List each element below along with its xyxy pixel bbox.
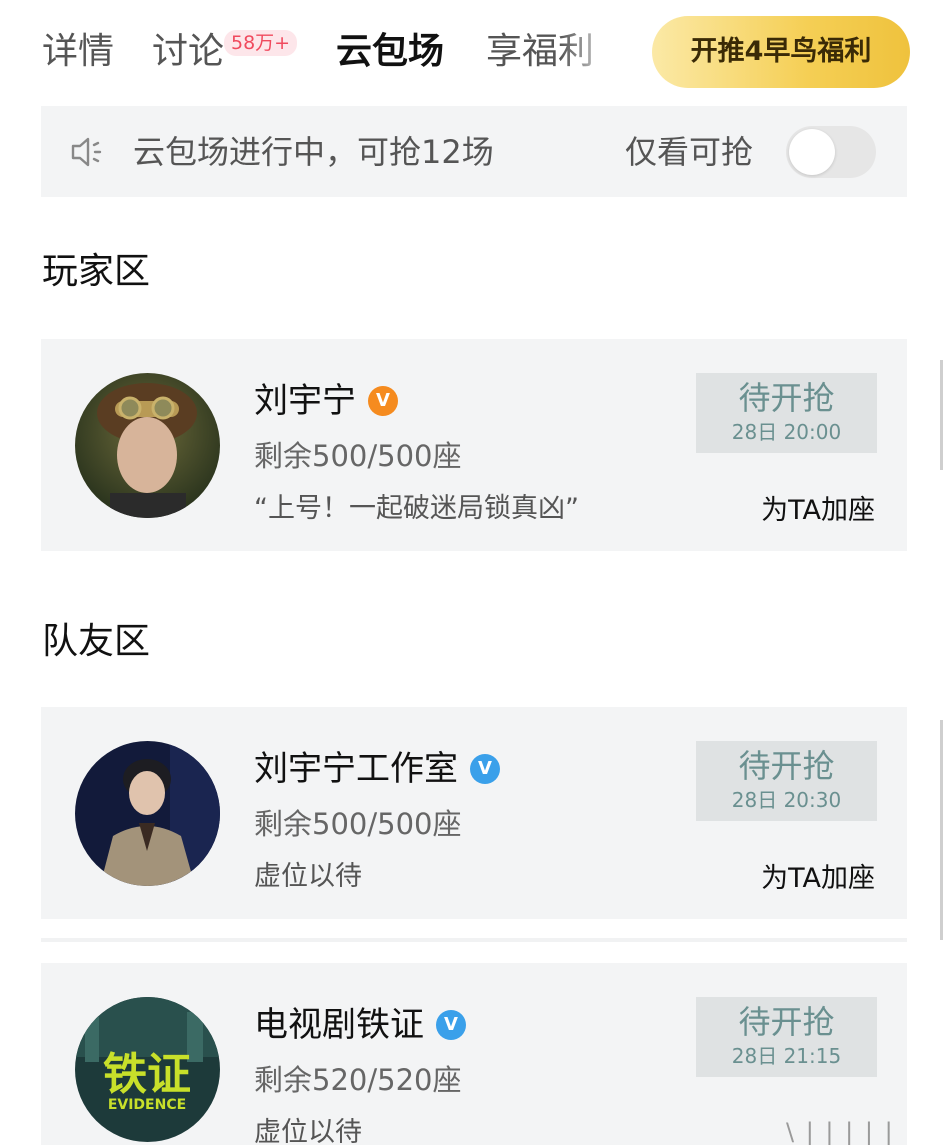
- top-tab-bar: 详情 讨论 58万+ 云包场 享福利 开推4早鸟福利: [0, 0, 944, 104]
- verified-orange-icon: V: [368, 386, 398, 416]
- tab-overflow-fade: [560, 22, 620, 82]
- add-seat-link[interactable]: 为TA加座: [761, 491, 875, 531]
- grab-pending-button[interactable]: 待开抢 28日 20:00: [696, 373, 877, 453]
- section-title-teammates: 队友区: [42, 621, 151, 662]
- remaining-seats: 剩余500/500座: [254, 807, 462, 841]
- card-slogan: “上号！一起破迷局锁真凶”: [254, 493, 579, 524]
- speaker-icon: [71, 137, 102, 167]
- screening-card[interactable]: 刘宇宁工作室 V 剩余500/500座 虚位以待 待开抢 28日 20:30 为…: [41, 707, 907, 919]
- section-title-players: 玩家区: [42, 251, 151, 292]
- watermark: \ | | | | |: [786, 1118, 895, 1145]
- grab-label: 待开抢: [738, 379, 835, 417]
- grab-pending-button[interactable]: 待开抢 28日 21:15: [696, 997, 877, 1077]
- verified-blue-icon: V: [436, 1010, 466, 1040]
- grab-pending-button[interactable]: 待开抢 28日 20:30: [696, 741, 877, 821]
- tab-details[interactable]: 详情: [42, 30, 114, 74]
- avatar: [75, 373, 220, 518]
- grab-time: 28日 20:30: [731, 788, 842, 812]
- early-bird-promo-button[interactable]: 开推4早鸟福利: [652, 16, 910, 88]
- card-name: 电视剧铁证: [254, 1005, 424, 1045]
- screening-card[interactable]: 刘宇宁 V 剩余500/500座 “上号！一起破迷局锁真凶” 待开抢 28日 2…: [41, 339, 907, 551]
- card-slogan: 虚位以待: [254, 861, 362, 892]
- grab-label: 待开抢: [738, 1003, 835, 1041]
- avatar: [75, 741, 220, 886]
- grab-time: 28日 21:15: [731, 1044, 842, 1068]
- divider: [41, 938, 907, 942]
- card-name: 刘宇宁工作室: [254, 749, 458, 789]
- screening-card[interactable]: 铁证 EVIDENCE 电视剧铁证 V 剩余520/520座 虚位以待 待开抢 …: [41, 963, 907, 1145]
- notice-bar: 云包场进行中，可抢12场 仅看可抢: [41, 106, 907, 197]
- notice-text: 云包场进行中，可抢12场: [133, 133, 494, 171]
- avatar-subtitle-text: EVIDENCE: [108, 1097, 186, 1113]
- tab-discussion[interactable]: 讨论: [152, 30, 224, 74]
- toggle-knob: [789, 129, 835, 175]
- tab-cloud-screening[interactable]: 云包场: [336, 30, 444, 74]
- discussion-count-badge: 58万+: [224, 30, 298, 56]
- only-available-label: 仅看可抢: [625, 133, 754, 171]
- verified-blue-icon: V: [470, 754, 500, 784]
- scrollbar-mark: [940, 720, 943, 940]
- remaining-seats: 剩余500/500座: [254, 439, 462, 473]
- avatar-title-text: 铁证: [103, 1049, 191, 1100]
- remaining-seats: 剩余520/520座: [254, 1063, 462, 1097]
- grab-label: 待开抢: [738, 747, 835, 785]
- grab-time: 28日 20:00: [731, 420, 842, 444]
- add-seat-link[interactable]: 为TA加座: [761, 859, 875, 899]
- only-available-toggle[interactable]: [786, 126, 876, 178]
- avatar: 铁证 EVIDENCE: [75, 997, 220, 1142]
- card-name: 刘宇宁: [254, 381, 356, 421]
- card-slogan: 虚位以待: [254, 1117, 362, 1145]
- scrollbar-mark: [940, 360, 943, 470]
